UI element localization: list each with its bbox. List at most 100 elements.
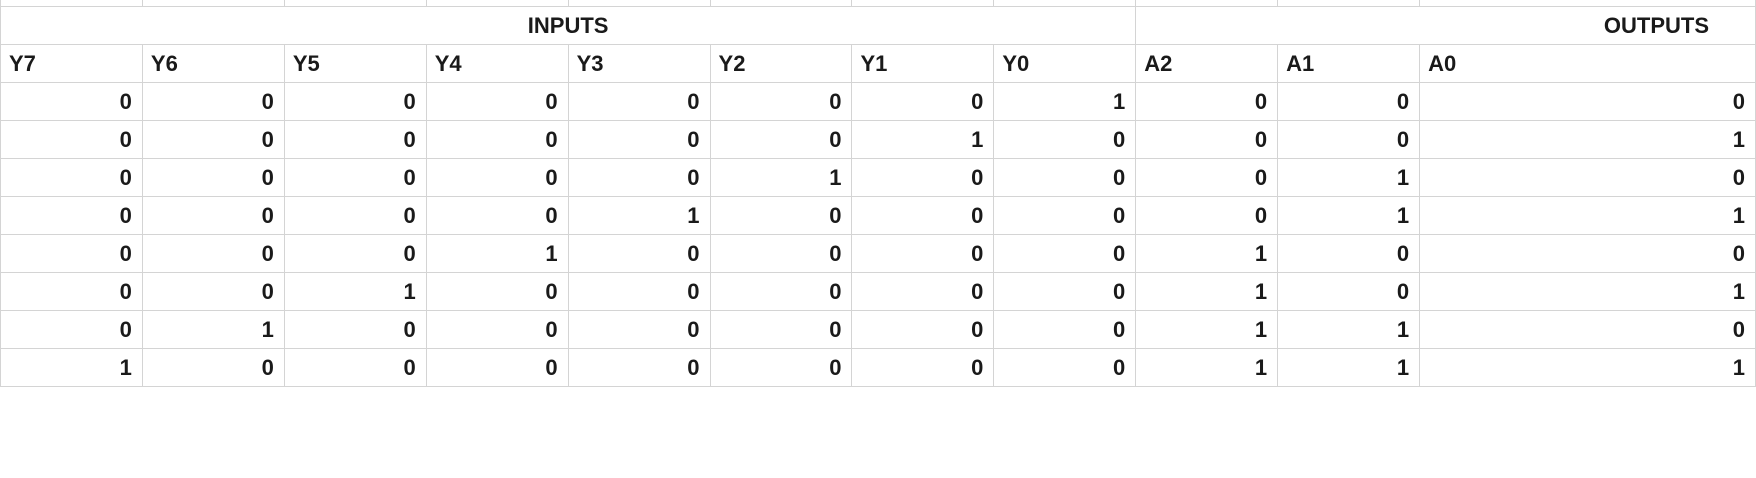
cell-y0[interactable]: 0 <box>993 272 1137 311</box>
cell-a0[interactable]: 0 <box>1419 158 1756 197</box>
cell-y0[interactable]: 0 <box>993 348 1137 387</box>
cell-y0[interactable]: 1 <box>993 82 1137 121</box>
cell-a1[interactable]: 0 <box>1277 120 1421 159</box>
cell-y2[interactable]: 0 <box>709 272 853 311</box>
cell-a1[interactable]: 0 <box>1277 234 1421 273</box>
cell-y4[interactable]: 0 <box>425 272 569 311</box>
cell-a1[interactable]: 1 <box>1277 310 1421 349</box>
cell-y3[interactable]: 0 <box>567 272 711 311</box>
column-header-y7[interactable]: Y7 <box>0 44 143 83</box>
cell-y6[interactable]: 0 <box>141 272 285 311</box>
cell-a1[interactable]: 1 <box>1277 158 1421 197</box>
cell-a2[interactable]: 0 <box>1135 120 1279 159</box>
cell-y7[interactable]: 0 <box>0 310 143 349</box>
cell-a2[interactable]: 0 <box>1135 82 1279 121</box>
cell-y4[interactable]: 1 <box>425 234 569 273</box>
cell-y5[interactable]: 0 <box>283 234 427 273</box>
cell-y6[interactable]: 0 <box>141 120 285 159</box>
cell-y1[interactable]: 0 <box>851 82 995 121</box>
cell-y6[interactable]: 0 <box>141 196 285 235</box>
cell-y0[interactable]: 0 <box>993 120 1137 159</box>
cell-y3[interactable]: 0 <box>567 120 711 159</box>
cell-y7[interactable]: 1 <box>0 348 143 387</box>
cell-y1[interactable]: 1 <box>851 120 995 159</box>
cell-a2[interactable]: 0 <box>1135 196 1279 235</box>
cell-a0[interactable]: 1 <box>1419 120 1756 159</box>
cell-y6[interactable]: 0 <box>141 158 285 197</box>
cell-y3[interactable]: 0 <box>567 234 711 273</box>
cell-a0[interactable]: 1 <box>1419 348 1756 387</box>
cell-y4[interactable]: 0 <box>425 310 569 349</box>
cell-a0[interactable]: 1 <box>1419 272 1756 311</box>
cell-y4[interactable]: 0 <box>425 196 569 235</box>
cell-y6[interactable]: 1 <box>141 310 285 349</box>
cell-y7[interactable]: 0 <box>0 82 143 121</box>
cell-y1[interactable]: 0 <box>851 310 995 349</box>
cell-y0[interactable]: 0 <box>993 310 1137 349</box>
column-header-y5[interactable]: Y5 <box>283 44 427 83</box>
cell-a2[interactable]: 1 <box>1135 234 1279 273</box>
outputs-group-header[interactable]: OUTPUTS <box>1135 6 1756 45</box>
cell-y2[interactable]: 0 <box>709 120 853 159</box>
cell-y1[interactable]: 0 <box>851 158 995 197</box>
cell-y1[interactable]: 0 <box>851 272 995 311</box>
cell-y0[interactable]: 0 <box>993 158 1137 197</box>
cell-a2[interactable]: 1 <box>1135 310 1279 349</box>
cell-a0[interactable]: 0 <box>1419 234 1756 273</box>
cell-a0[interactable]: 1 <box>1419 196 1756 235</box>
cell-y5[interactable]: 0 <box>283 310 427 349</box>
cell-y3[interactable]: 0 <box>567 310 711 349</box>
cell-y1[interactable]: 0 <box>851 348 995 387</box>
cell-y5[interactable]: 0 <box>283 348 427 387</box>
column-header-y1[interactable]: Y1 <box>851 44 995 83</box>
cell-y5[interactable]: 0 <box>283 120 427 159</box>
cell-y7[interactable]: 0 <box>0 272 143 311</box>
cell-a2[interactable]: 0 <box>1135 158 1279 197</box>
column-header-y0[interactable]: Y0 <box>993 44 1137 83</box>
cell-y5[interactable]: 1 <box>283 272 427 311</box>
column-header-a0[interactable]: A0 <box>1419 44 1756 83</box>
cell-y4[interactable]: 0 <box>425 348 569 387</box>
cell-y7[interactable]: 0 <box>0 234 143 273</box>
cell-a1[interactable]: 0 <box>1277 272 1421 311</box>
cell-y7[interactable]: 0 <box>0 120 143 159</box>
column-header-a2[interactable]: A2 <box>1135 44 1279 83</box>
cell-a0[interactable]: 0 <box>1419 310 1756 349</box>
cell-a1[interactable]: 0 <box>1277 82 1421 121</box>
cell-a1[interactable]: 1 <box>1277 196 1421 235</box>
inputs-group-header[interactable]: INPUTS <box>0 6 1137 45</box>
cell-y2[interactable]: 0 <box>709 234 853 273</box>
column-header-y2[interactable]: Y2 <box>709 44 853 83</box>
column-header-a1[interactable]: A1 <box>1277 44 1421 83</box>
cell-y2[interactable]: 0 <box>709 310 853 349</box>
cell-y2[interactable]: 1 <box>709 158 853 197</box>
column-header-y6[interactable]: Y6 <box>141 44 285 83</box>
cell-a2[interactable]: 1 <box>1135 348 1279 387</box>
cell-y0[interactable]: 0 <box>993 196 1137 235</box>
cell-y6[interactable]: 0 <box>141 82 285 121</box>
cell-y3[interactable]: 0 <box>567 82 711 121</box>
cell-y4[interactable]: 0 <box>425 120 569 159</box>
column-header-y3[interactable]: Y3 <box>567 44 711 83</box>
cell-y1[interactable]: 0 <box>851 234 995 273</box>
cell-y3[interactable]: 0 <box>567 158 711 197</box>
cell-y6[interactable]: 0 <box>141 234 285 273</box>
column-header-y4[interactable]: Y4 <box>425 44 569 83</box>
cell-a1[interactable]: 1 <box>1277 348 1421 387</box>
cell-y2[interactable]: 0 <box>709 82 853 121</box>
cell-a2[interactable]: 1 <box>1135 272 1279 311</box>
cell-y5[interactable]: 0 <box>283 196 427 235</box>
cell-a0[interactable]: 0 <box>1419 82 1756 121</box>
cell-y5[interactable]: 0 <box>283 158 427 197</box>
cell-y5[interactable]: 0 <box>283 82 427 121</box>
cell-y2[interactable]: 0 <box>709 196 853 235</box>
cell-y6[interactable]: 0 <box>141 348 285 387</box>
cell-y7[interactable]: 0 <box>0 196 143 235</box>
cell-y3[interactable]: 1 <box>567 196 711 235</box>
cell-y0[interactable]: 0 <box>993 234 1137 273</box>
cell-y2[interactable]: 0 <box>709 348 853 387</box>
cell-y4[interactable]: 0 <box>425 158 569 197</box>
cell-y3[interactable]: 0 <box>567 348 711 387</box>
cell-y1[interactable]: 0 <box>851 196 995 235</box>
cell-y4[interactable]: 0 <box>425 82 569 121</box>
